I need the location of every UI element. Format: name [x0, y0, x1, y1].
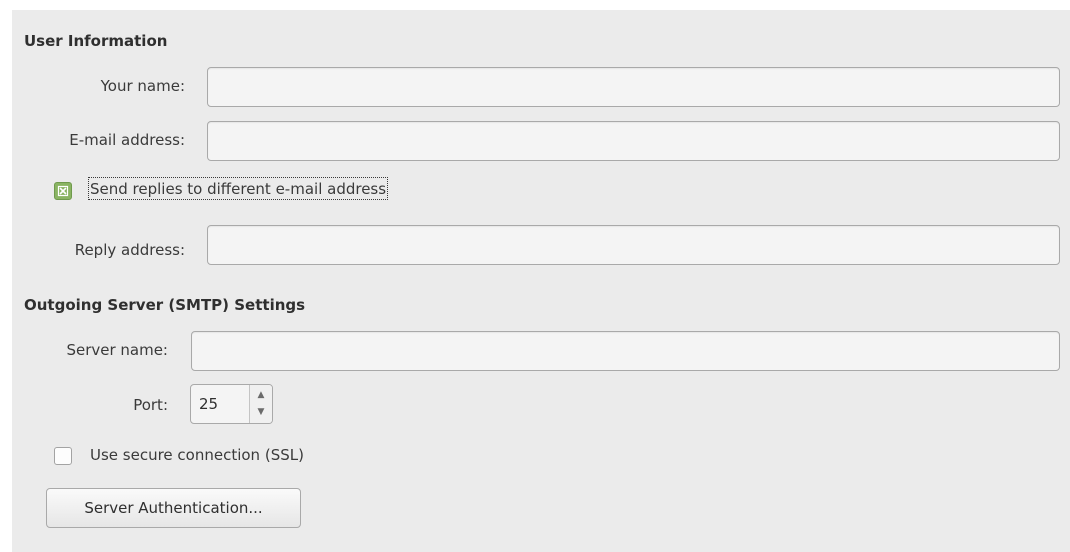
settings-panel: User Information Your name: E-mail addre…	[12, 10, 1070, 552]
reply-to-checkbox[interactable]	[54, 182, 72, 200]
email-address-label: E-mail address:	[69, 131, 185, 149]
port-spin-buttons: ▲ ▼	[249, 385, 272, 423]
smtp-settings-heading: Outgoing Server (SMTP) Settings	[24, 296, 306, 314]
server-authentication-button[interactable]: Server Authentication...	[46, 488, 301, 528]
server-name-field[interactable]	[191, 331, 1060, 371]
your-name-field[interactable]	[207, 67, 1060, 107]
email-address-field[interactable]	[207, 121, 1060, 161]
ssl-checkbox-label[interactable]: Use secure connection (SSL)	[90, 446, 304, 464]
ssl-checkbox[interactable]	[54, 447, 72, 465]
your-name-label: Your name:	[100, 77, 185, 95]
reply-to-checkbox-label[interactable]: Send replies to different e-mail address	[88, 177, 389, 200]
check-icon	[57, 185, 69, 197]
port-value[interactable]: 25	[199, 395, 218, 413]
reply-address-label: Reply address:	[74, 241, 185, 259]
spin-down-icon[interactable]: ▼	[250, 403, 272, 422]
user-information-heading: User Information	[24, 32, 168, 50]
port-spinbox[interactable]: 25 ▲ ▼	[190, 384, 273, 424]
server-name-label: Server name:	[66, 341, 168, 359]
port-label: Port:	[133, 396, 168, 414]
reply-address-field[interactable]	[207, 225, 1060, 265]
